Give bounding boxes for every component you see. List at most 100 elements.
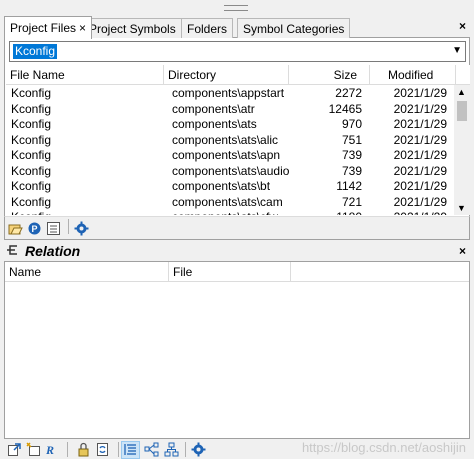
tab-label: Project Files	[10, 21, 77, 35]
filter-value[interactable]: Kconfig	[13, 44, 58, 59]
tab-label: Folders	[187, 22, 228, 36]
tab-project-files[interactable]: Project Files ×	[4, 16, 93, 39]
cell-size: 12465	[328, 101, 362, 116]
cell-size: 2272	[335, 86, 362, 100]
cell-directory: components\appstart	[172, 86, 285, 100]
cell-modified: 2021/1/29	[393, 148, 447, 162]
table-row[interactable]: Kconfig components\ats\cam 721 2021/1/29	[6, 195, 456, 211]
cell-modified: 2021/1/29	[393, 194, 447, 209]
cell-file-name: Kconfig	[11, 194, 52, 209]
toolbar-separator	[67, 442, 68, 457]
cell-file-name: Kconfig	[11, 179, 52, 193]
table-row[interactable]: Kconfig components\appstart 2272 2021/1/29	[6, 86, 456, 102]
open-file-icon[interactable]	[8, 221, 23, 236]
cell-file-name: Kconfig	[11, 101, 52, 116]
tab-bar: Project Files × Project Symbols Folders S…	[4, 16, 470, 39]
cell-size: 970	[341, 117, 362, 131]
cell-size: 751	[341, 132, 362, 147]
toolbar-separator	[118, 442, 119, 457]
svg-text:R: R	[45, 443, 54, 457]
table-row[interactable]: Kconfig components\ats\apn 739 2021/1/29	[6, 148, 456, 164]
grip-lines	[224, 5, 248, 11]
relation-close-icon[interactable]: ×	[459, 244, 466, 258]
scroll-up-icon[interactable]: ▲	[457, 87, 466, 97]
cell-directory: components\atr	[172, 101, 255, 116]
project-icon[interactable]: P	[27, 221, 42, 236]
cell-directory: components\ats\audio	[172, 163, 290, 178]
column-header-size[interactable]: Size	[289, 65, 370, 85]
cell-file-name: Kconfig	[11, 86, 52, 100]
tab-project-symbols[interactable]: Project Symbols	[83, 18, 182, 38]
tab-folders[interactable]: Folders	[181, 18, 234, 38]
tab-label: Project Symbols	[89, 22, 176, 36]
toolbar-separator	[185, 442, 186, 457]
table-row[interactable]: Kconfig components\atr 12465 2021/1/29	[6, 102, 456, 118]
cell-modified: 2021/1/29	[393, 117, 447, 131]
cell-modified: 2021/1/29	[393, 179, 447, 193]
table-row[interactable]: Kconfig components\ats\cfw 1180 2021/1/29	[6, 210, 456, 215]
file-table: File Name Directory Size Modified Kconfi…	[6, 65, 470, 215]
tab-symbol-categories[interactable]: Symbol Categories	[237, 18, 351, 38]
cell-file-name: Kconfig	[11, 210, 51, 215]
column-header-file[interactable]: File	[169, 262, 291, 282]
chevron-down-icon[interactable]: ▼	[452, 45, 462, 56]
relation-title: Relation	[25, 243, 81, 259]
call-graph-icon[interactable]	[144, 442, 159, 457]
export-icon[interactable]	[7, 442, 22, 457]
tree-view-icon[interactable]	[164, 442, 179, 457]
column-header-file-name[interactable]: File Name	[6, 65, 164, 85]
scroll-thumb[interactable]	[457, 101, 467, 121]
vertical-scrollbar[interactable]: ▲ ▼	[454, 85, 470, 215]
table-row[interactable]: Kconfig components\ats 970 2021/1/29	[6, 117, 456, 133]
cell-directory: components\ats\apn	[172, 148, 281, 162]
cell-file-name: Kconfig	[11, 117, 52, 131]
toolbar-separator	[68, 219, 69, 234]
cell-file-name: Kconfig	[11, 148, 52, 162]
settings-gear-icon[interactable]	[191, 442, 206, 457]
cell-size: 1180	[296, 210, 362, 215]
cell-file-name: Kconfig	[11, 163, 52, 178]
svg-text:P: P	[32, 224, 38, 234]
column-header-modified[interactable]: Modified	[370, 65, 456, 85]
tab-close-icon[interactable]: ×	[79, 21, 86, 35]
table-row[interactable]: Kconfig components\ats\bt 1142 2021/1/29	[6, 179, 456, 195]
cell-directory: components\ats\bt	[172, 179, 271, 193]
cell-directory: components\ats	[172, 117, 257, 131]
table-row[interactable]: Kconfig components\ats\alic 751 2021/1/29	[6, 133, 456, 149]
watermark-text: https://blog.csdn.net/aoshijin	[301, 440, 466, 455]
relation-table-header: Name File	[5, 262, 469, 282]
cell-modified: 2021/1/29	[393, 86, 447, 100]
project-files-panel: Kconfig ▼ File Name Directory Size Modif…	[4, 38, 470, 216]
table-header: File Name Directory Size Modified	[6, 65, 470, 85]
settings-gear-icon[interactable]	[74, 221, 89, 236]
panel-close-icon[interactable]: ×	[459, 19, 466, 33]
relation-header: Relation ×	[0, 241, 474, 261]
panel-grip[interactable]	[0, 0, 474, 16]
cell-modified: 2021/1/29	[393, 132, 447, 147]
list-view-icon[interactable]	[46, 221, 61, 236]
cell-directory: components\ats\alic	[172, 132, 279, 147]
cell-directory: components\ats\cam	[172, 194, 283, 209]
cell-modified: 2021/1/29	[393, 163, 447, 178]
filter-combobox[interactable]: Kconfig ▼	[9, 41, 466, 62]
outline-view-icon[interactable]	[123, 442, 138, 457]
tab-label: Symbol Categories	[243, 22, 345, 36]
table-row[interactable]: Kconfig components\ats\audio 739 2021/1/29	[6, 164, 456, 180]
column-header-directory[interactable]: Directory	[164, 65, 289, 85]
file-toolbar: P	[4, 216, 470, 240]
relation-panel: Name File	[4, 261, 470, 439]
cell-modified: 2021/1/29	[374, 210, 447, 215]
cell-size: 739	[341, 148, 362, 162]
cell-size: 739	[341, 163, 362, 178]
refresh-icon[interactable]: R	[45, 442, 60, 457]
column-header-name[interactable]: Name	[5, 262, 169, 282]
scroll-down-icon[interactable]: ▼	[457, 203, 466, 213]
cell-directory: components\ats\cfw	[172, 210, 278, 215]
new-window-icon[interactable]	[26, 442, 41, 457]
sync-icon[interactable]	[95, 442, 110, 457]
cell-size: 1142	[336, 179, 362, 193]
relation-icon	[7, 245, 17, 255]
cell-modified: 2021/1/29	[393, 101, 447, 116]
cell-file-name: Kconfig	[11, 132, 52, 147]
lock-icon[interactable]	[76, 442, 91, 457]
